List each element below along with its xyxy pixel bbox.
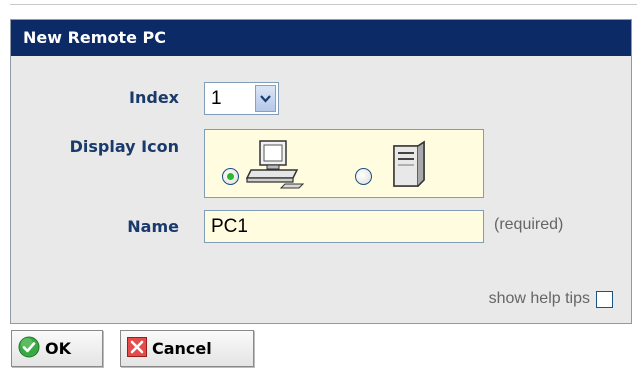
dialog-title: New Remote PC [11,20,631,56]
index-value: 1 [211,87,222,109]
cancel-button[interactable]: Cancel [120,330,254,367]
help-tips-toggle[interactable]: show help tips [489,290,613,308]
ok-label: OK [45,339,71,358]
server-tower-icon[interactable] [390,140,428,192]
help-tips-label: show help tips [488,290,590,307]
server-icon-radio[interactable] [355,168,372,185]
name-field[interactable]: PC1 [204,210,484,243]
display-icon-label: Display Icon [69,137,179,156]
chevron-down-icon[interactable] [255,85,276,112]
name-label: Name [127,217,179,236]
cancel-label: Cancel [152,339,212,358]
desktop-pc-icon[interactable] [245,138,309,194]
ok-button[interactable]: OK [11,330,103,367]
close-icon [127,336,147,361]
required-hint: (required) [494,216,564,233]
check-icon [18,336,40,362]
index-select[interactable]: 1 [204,82,279,115]
display-icon-picker [204,129,484,198]
new-remote-pc-panel: New Remote PC Index 1 Display Icon Name … [10,19,632,324]
index-label: Index [129,88,179,107]
help-tips-checkbox[interactable] [596,290,613,308]
desktop-icon-radio[interactable] [222,168,239,185]
